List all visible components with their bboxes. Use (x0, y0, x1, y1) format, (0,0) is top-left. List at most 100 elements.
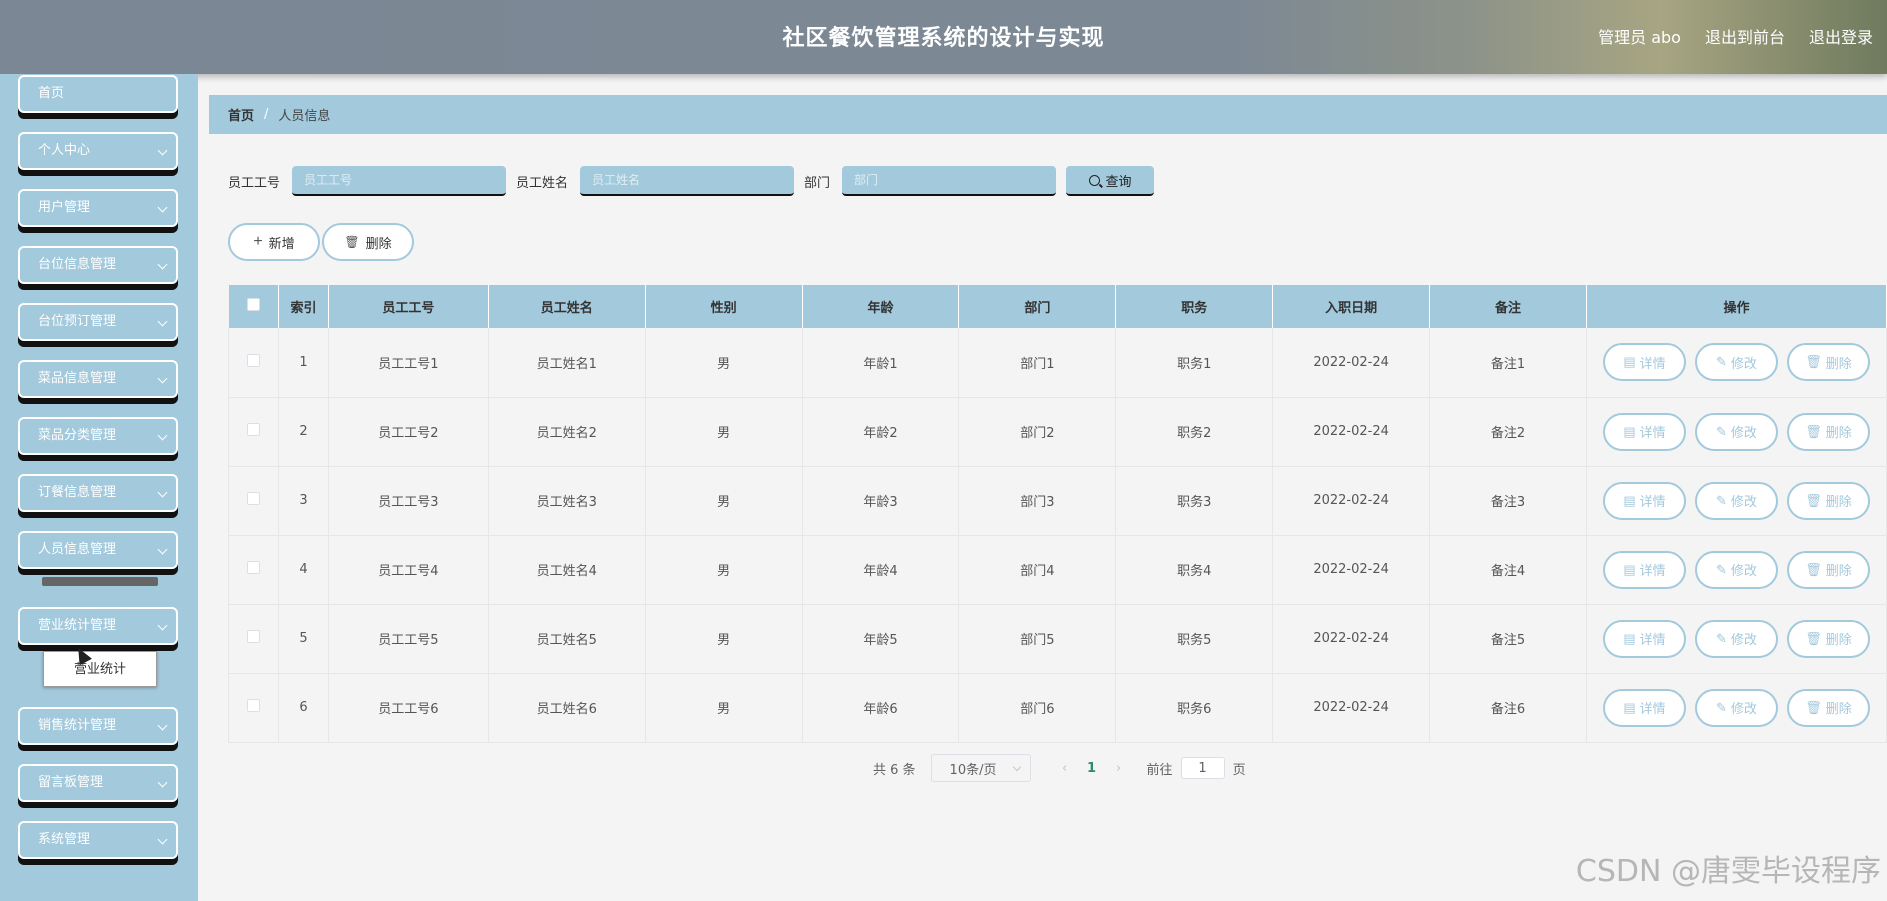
delete-button[interactable]: 🗑 删除 (1786, 550, 1870, 589)
table-cell: 员工姓名5 (488, 604, 646, 674)
row-checkbox[interactable] (246, 492, 260, 505)
delete-button[interactable]: 🗑 删除 (1786, 343, 1870, 382)
delete-button[interactable]: 🗑 删除 (1786, 688, 1870, 727)
pencil-icon: ✎ (1716, 699, 1727, 715)
row-checkbox[interactable] (246, 699, 260, 712)
sidebar-item-label: 首页 (38, 86, 65, 101)
sidebar-item-label: 菜品信息管理 (38, 371, 117, 386)
delete-button[interactable]: 🗑 删除 (1786, 481, 1870, 520)
next-page-icon[interactable]: › (1107, 761, 1131, 776)
row-checkbox[interactable] (246, 630, 260, 643)
sidebar-item-table-info[interactable]: 台位信息管理 (18, 246, 178, 284)
table-cell: 员工工号4 (328, 535, 489, 605)
sidebar-item-message-board[interactable]: 留言板管理 (18, 764, 178, 802)
pencil-icon: ✎ (1716, 354, 1727, 370)
detail-button[interactable]: ▤ 详情 (1602, 688, 1686, 727)
table-cell: 年龄5 (802, 604, 960, 674)
row-actions: ▤ 详情 ✎ 修改 🗑 删除 (1586, 328, 1887, 398)
row-checkbox[interactable] (246, 423, 260, 436)
chevron-down-icon (157, 720, 168, 731)
page-size-value: 10条/页 (949, 762, 997, 778)
edit-button[interactable]: ✎ 修改 (1694, 688, 1778, 727)
document-icon: ▤ (1623, 492, 1636, 508)
sidebar-item-label: 订餐信息管理 (38, 485, 117, 500)
detail-button[interactable]: ▤ 详情 (1602, 343, 1686, 382)
table-cell: 备注4 (1429, 535, 1587, 605)
watermark: CSDN @唐雯毕设程序 (1575, 854, 1881, 889)
delete-button[interactable]: 🗑 删除 (1786, 412, 1870, 451)
sidebar-item-home[interactable]: 首页 (18, 75, 178, 113)
sidebar-item-system[interactable]: 系统管理 (18, 821, 178, 859)
sidebar-item-table-booking[interactable]: 台位预订管理 (18, 303, 178, 341)
sidebar-item-label: 销售统计管理 (38, 718, 117, 733)
detail-button[interactable]: ▤ 详情 (1602, 481, 1686, 520)
table-row: 4 员工工号4 员工姓名4 男年龄4 部门4 职务4 2022-02-24 备注4 ▤ 详情 ✎ 修改… (228, 535, 1887, 605)
row-actions: ▤ 详情 ✎ 修改 🗑 删除 (1586, 673, 1887, 743)
table-cell: 职务3 (1115, 466, 1274, 536)
page-number[interactable]: 1 (1077, 761, 1107, 776)
frontend-link[interactable]: 退出到前台 (1705, 24, 1785, 48)
emp-name-input[interactable] (580, 166, 795, 196)
sidebar-item-staff-info[interactable]: 人员信息管理 (18, 531, 178, 569)
table-cell: 年龄2 (802, 397, 960, 467)
detail-button[interactable]: ▤ 详情 (1602, 412, 1686, 451)
breadcrumb-home[interactable]: 首页 (228, 105, 254, 124)
sidebar-item-sales-stats[interactable]: 销售统计管理 (18, 707, 178, 745)
column-header: 入职日期 (1272, 285, 1431, 328)
page-size-select[interactable]: 10条/页 (930, 754, 1031, 782)
detail-label: 详情 (1639, 494, 1666, 509)
breadcrumb: 首页 / 人员信息 (209, 95, 1887, 134)
table-cell: 备注2 (1429, 397, 1587, 467)
query-button[interactable]: 查询 (1066, 166, 1155, 196)
table-cell: 员工工号1 (328, 328, 489, 398)
edit-button[interactable]: ✎ 修改 (1694, 619, 1778, 658)
add-button[interactable]: + 新增 (228, 223, 320, 261)
sidebar-item-dish-category[interactable]: 菜品分类管理 (18, 417, 178, 455)
sidebar-item-order-info[interactable]: 订餐信息管理 (18, 474, 178, 512)
batch-delete-button[interactable]: 🗑 删除 (322, 223, 414, 261)
detail-label: 详情 (1639, 425, 1666, 440)
row-checkbox[interactable] (246, 353, 260, 367)
goto-page-input[interactable] (1180, 757, 1225, 779)
dept-input[interactable] (842, 166, 1057, 196)
delete-button[interactable]: 🗑 删除 (1786, 619, 1870, 658)
table-cell: 1 (278, 328, 329, 398)
detail-button[interactable]: ▤ 详情 (1602, 550, 1686, 589)
table-cell: 部门5 (958, 604, 1117, 674)
emp-no-input[interactable] (292, 166, 507, 196)
detail-label: 详情 (1639, 632, 1666, 647)
trash-icon: 🗑 (1805, 699, 1822, 715)
edit-button[interactable]: ✎ 修改 (1694, 550, 1778, 589)
logout-link[interactable]: 退出登录 (1809, 24, 1873, 48)
pencil-icon: ✎ (1716, 630, 1727, 646)
edit-button[interactable]: ✎ 修改 (1694, 343, 1778, 382)
sidebar-item-user-management[interactable]: 用户管理 (18, 189, 178, 227)
table-cell: 备注5 (1429, 604, 1587, 674)
select-all-checkbox[interactable] (246, 298, 260, 311)
table-cell: 2022-02-24 (1272, 535, 1431, 605)
sidebar-item-personal-center[interactable]: 个人中心 (18, 132, 178, 170)
chevron-down-icon (157, 145, 168, 156)
sidebar-item-label: 留言板管理 (38, 775, 104, 790)
delete-label: 删除 (1825, 701, 1852, 716)
table-cell: 年龄1 (802, 328, 960, 398)
table-cell: 4 (278, 535, 329, 605)
edit-button[interactable]: ✎ 修改 (1694, 412, 1778, 451)
sidebar-item-dish-info[interactable]: 菜品信息管理 (18, 360, 178, 398)
row-select-cell (228, 397, 279, 467)
prev-page-icon[interactable]: ‹ (1053, 761, 1077, 776)
submenu-item-business-stats[interactable]: 营业统计 (43, 651, 157, 687)
sidebar-item-business-stats[interactable]: 营业统计管理 (18, 607, 178, 645)
row-select-cell (228, 535, 279, 605)
table-cell: 部门1 (958, 328, 1117, 398)
edit-button[interactable]: ✎ 修改 (1694, 481, 1778, 520)
table-cell: 部门6 (958, 673, 1117, 743)
table-cell: 备注6 (1429, 673, 1587, 743)
document-icon: ▤ (1623, 630, 1636, 646)
detail-button[interactable]: ▤ 详情 (1602, 619, 1686, 658)
row-actions: ▤ 详情 ✎ 修改 🗑 删除 (1586, 466, 1887, 536)
table-cell: 职务6 (1115, 673, 1274, 743)
chevron-down-icon (157, 777, 168, 788)
row-checkbox[interactable] (246, 561, 260, 574)
trash-icon: 🗑 (1805, 354, 1822, 370)
